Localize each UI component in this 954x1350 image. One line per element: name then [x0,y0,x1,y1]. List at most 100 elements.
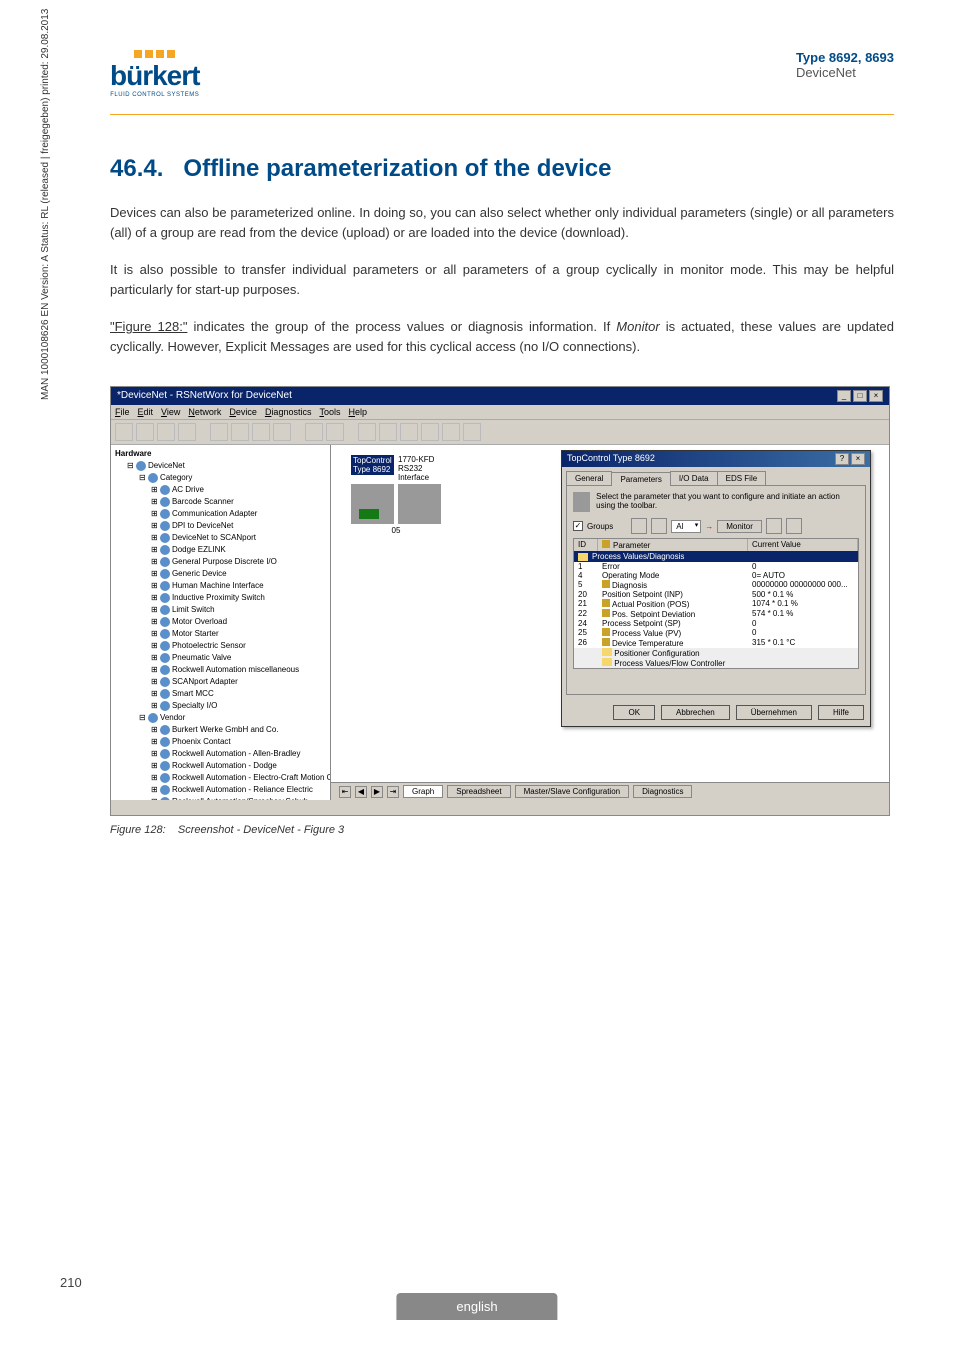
tree-item[interactable]: ⊞ DPI to DeviceNet [151,520,326,532]
nav-last[interactable]: ⇥ [387,786,399,798]
groups-checkbox[interactable]: ✓ [573,521,583,531]
tree-item[interactable]: ⊞ Burkert Werke GmbH and Co. [151,724,326,736]
dialog-help-button[interactable]: ? [835,453,849,465]
tree-item[interactable]: ⊞ Rockwell Automation - Allen-Bradley [151,748,326,760]
table-row[interactable]: 5Diagnosis00000000 00000000 000... [574,580,858,590]
table-row[interactable]: 4Operating Mode0= AUTO [574,571,858,580]
tree-item[interactable]: ⊞ Human Machine Interface [151,580,326,592]
table-row[interactable]: 20Position Setpoint (INP)500 * 0.1 % [574,590,858,599]
tb-new[interactable] [115,423,133,441]
figure-link[interactable]: "Figure 128:" [110,319,187,334]
download-button[interactable] [651,518,667,534]
upload-button[interactable] [631,518,647,534]
tree-item[interactable]: ⊞ Barcode Scanner [151,496,326,508]
nav-first[interactable]: ⇤ [339,786,351,798]
scope-combo[interactable]: Al [671,520,701,533]
tab-parameters[interactable]: Parameters [611,472,670,486]
close-button[interactable]: × [869,390,883,402]
tb-zoomout[interactable] [326,423,344,441]
menu-device[interactable]: Device [229,407,257,417]
tb-print[interactable] [178,423,196,441]
tb-open[interactable] [136,423,154,441]
tb-x1[interactable] [358,423,376,441]
tb-paste[interactable] [252,423,270,441]
tb-x5[interactable] [442,423,460,441]
tb-x2[interactable] [379,423,397,441]
table-row[interactable]: 26Device Temperature315 * 0.1 °C [574,638,858,648]
tree-item[interactable]: ⊞ Limit Switch [151,604,326,616]
tree-item[interactable]: ⊞ Dodge EZLINK [151,544,326,556]
menu-tools[interactable]: Tools [319,407,340,417]
tree-item[interactable]: ⊞ Pneumatic Valve [151,652,326,664]
tree-item[interactable]: ⊞ Rockwell Automation - Reliance Electri… [151,784,326,796]
tree-item[interactable]: ⊞ Rockwell Automation/Sprecher+Schuh [151,796,326,800]
tb-x6[interactable] [463,423,481,441]
menu-edit[interactable]: Edit [138,407,154,417]
table-row[interactable]: 21Actual Position (POS)1074 * 0.1 % [574,599,858,609]
tb-copy[interactable] [231,423,249,441]
tree-item[interactable]: ⊞ Generic Device [151,568,326,580]
hint-icon [573,492,590,512]
tree-root[interactable]: ⊟ DeviceNet ⊟ Category ⊞ AC Drive⊞ Barco… [127,460,326,800]
tb-save[interactable] [157,423,175,441]
bottom-tab-masterslave[interactable]: Master/Slave Configuration [515,785,630,798]
tree-item[interactable]: ⊞ Rockwell Automation - Dodge [151,760,326,772]
table-row[interactable]: 1Error0 [574,562,858,571]
tab-iodata[interactable]: I/O Data [670,471,718,485]
dialog-close-button[interactable]: × [851,453,865,465]
screenshot: *DeviceNet - RSNetWorx for DeviceNet _ □… [110,386,890,816]
device-node-1[interactable]: TopControl Type 8692 1770-KFD RS232 Inte… [351,455,441,535]
tree-item[interactable]: ⊞ Smart MCC [151,688,326,700]
network-canvas[interactable]: TopControl Type 8692 1770-KFD RS232 Inte… [331,445,889,800]
bottom-tab-graph[interactable]: Graph [403,785,443,798]
header-rule [110,114,894,115]
maximize-button[interactable]: □ [853,390,867,402]
menu-diagnostics[interactable]: Diagnostics [265,407,312,417]
tb-help[interactable] [273,423,291,441]
tree-item[interactable]: ⊞ Inductive Proximity Switch [151,592,326,604]
menu-help[interactable]: Help [348,407,367,417]
tree-item[interactable]: ⊞ DeviceNet to SCANport [151,532,326,544]
nav-next[interactable]: ▶ [371,786,383,798]
tree-category[interactable]: ⊟ Category ⊞ AC Drive⊞ Barcode Scanner⊞ … [139,472,326,712]
tree-item[interactable]: ⊞ SCANport Adapter [151,676,326,688]
table-row[interactable]: 25Process Value (PV)0 [574,628,858,638]
help-button[interactable]: Hilfe [818,705,864,720]
tree-item[interactable]: ⊞ Motor Overload [151,616,326,628]
tree-item[interactable]: ⊞ Communication Adapter [151,508,326,520]
bottom-tab-diagnostics[interactable]: Diagnostics [633,785,692,798]
tree-item[interactable]: ⊞ General Purpose Discrete I/O [151,556,326,568]
table-row[interactable]: 24Process Setpoint (SP)0 [574,619,858,628]
extra-btn-1[interactable] [766,518,782,534]
tree-item[interactable]: ⊞ Phoenix Contact [151,736,326,748]
parameter-table[interactable]: ID Parameter Current Value Process Value… [573,538,859,669]
tree-item[interactable]: ⊞ Specialty I/O [151,700,326,712]
tree-item[interactable]: ⊞ Photoelectric Sensor [151,640,326,652]
group-process-values[interactable]: Process Values/Diagnosis [574,551,858,562]
tab-general[interactable]: General [566,471,612,485]
bottom-tab-spreadsheet[interactable]: Spreadsheet [447,785,510,798]
tb-cut[interactable] [210,423,228,441]
monitor-button[interactable]: Monitor [717,520,762,533]
tree-item[interactable]: ⊞ Rockwell Automation miscellaneous [151,664,326,676]
minimize-button[interactable]: _ [837,390,851,402]
nav-prev[interactable]: ◀ [355,786,367,798]
menu-file[interactable]: File [115,407,130,417]
apply-button[interactable]: Übernehmen [736,705,812,720]
tree-vendor[interactable]: ⊟ Vendor ⊞ Burkert Werke GmbH and Co.⊞ P… [139,712,326,800]
tree-item[interactable]: ⊞ AC Drive [151,484,326,496]
tb-x4[interactable] [421,423,439,441]
tree-item[interactable]: ⊞ Rockwell Automation - Electro-Craft Mo… [151,772,326,784]
hardware-tree[interactable]: Hardware ⊟ DeviceNet ⊟ Category ⊞ AC Dri… [111,445,331,800]
table-row[interactable]: 22Pos. Setpoint Deviation574 * 0.1 % [574,609,858,619]
menu-view[interactable]: View [161,407,180,417]
col-id: ID [574,539,598,551]
tab-edsfile[interactable]: EDS File [717,471,767,485]
tree-item[interactable]: ⊞ Motor Starter [151,628,326,640]
tb-zoomin[interactable] [305,423,323,441]
cancel-button[interactable]: Abbrechen [661,705,730,720]
menu-network[interactable]: Network [188,407,221,417]
tb-x3[interactable] [400,423,418,441]
extra-btn-2[interactable] [786,518,802,534]
ok-button[interactable]: OK [613,705,655,720]
